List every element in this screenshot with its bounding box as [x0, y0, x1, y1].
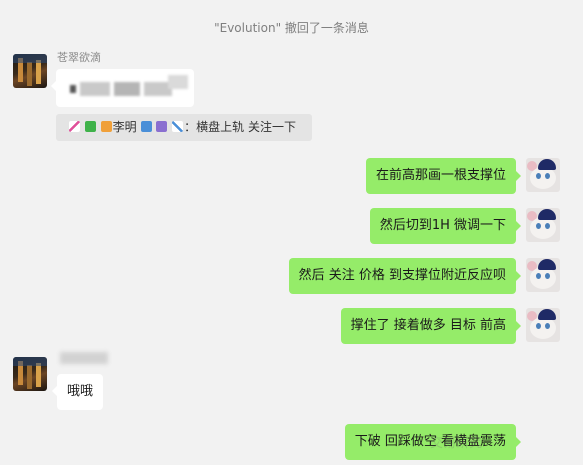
self-avatar[interactable]	[526, 208, 560, 242]
quote-name: 李明	[112, 120, 137, 134]
contact-avatar[interactable]	[13, 357, 47, 391]
redacted-text	[80, 82, 110, 96]
message-bubble-self[interactable]: 然后 关注 价格 到支撑位附近反应呗	[288, 258, 522, 294]
chart-up-icon	[69, 121, 80, 132]
self-avatar[interactable]	[526, 258, 560, 292]
chart-down-icon	[172, 121, 184, 132]
redacted-text	[114, 82, 140, 96]
green-square-icon	[84, 121, 96, 132]
redacted-sender-name	[60, 352, 108, 364]
self-avatar[interactable]	[526, 158, 560, 192]
blue-square-icon	[140, 121, 152, 132]
message-bubble-other[interactable]: 哦哦	[51, 374, 104, 410]
watermark: 交易研究	[430, 436, 483, 451]
self-avatar[interactable]	[526, 308, 560, 342]
sender-name: 苍翠欲滴	[57, 51, 101, 64]
message-bubble-self[interactable]: 在前高那画一根支撑位	[365, 158, 522, 194]
quoted-message[interactable]: 李明 ：横盘上轨 关注一下	[56, 114, 312, 141]
redacted-text	[168, 75, 188, 89]
message-bubble-self[interactable]: 然后切到1H 微调一下	[369, 208, 522, 244]
message-bubble-self[interactable]: 撑住了 接着做多 目标 前高	[340, 308, 522, 344]
purple-square-icon	[156, 121, 168, 132]
recall-notice: "Evolution" 撤回了一条消息	[214, 21, 369, 35]
redacted-message-bubble[interactable]	[51, 69, 194, 107]
contact-avatar[interactable]	[13, 54, 47, 88]
orange-square-icon	[100, 121, 112, 132]
redacted-mark	[70, 85, 76, 93]
quote-text: ：横盘上轨 关注一下	[184, 120, 296, 134]
